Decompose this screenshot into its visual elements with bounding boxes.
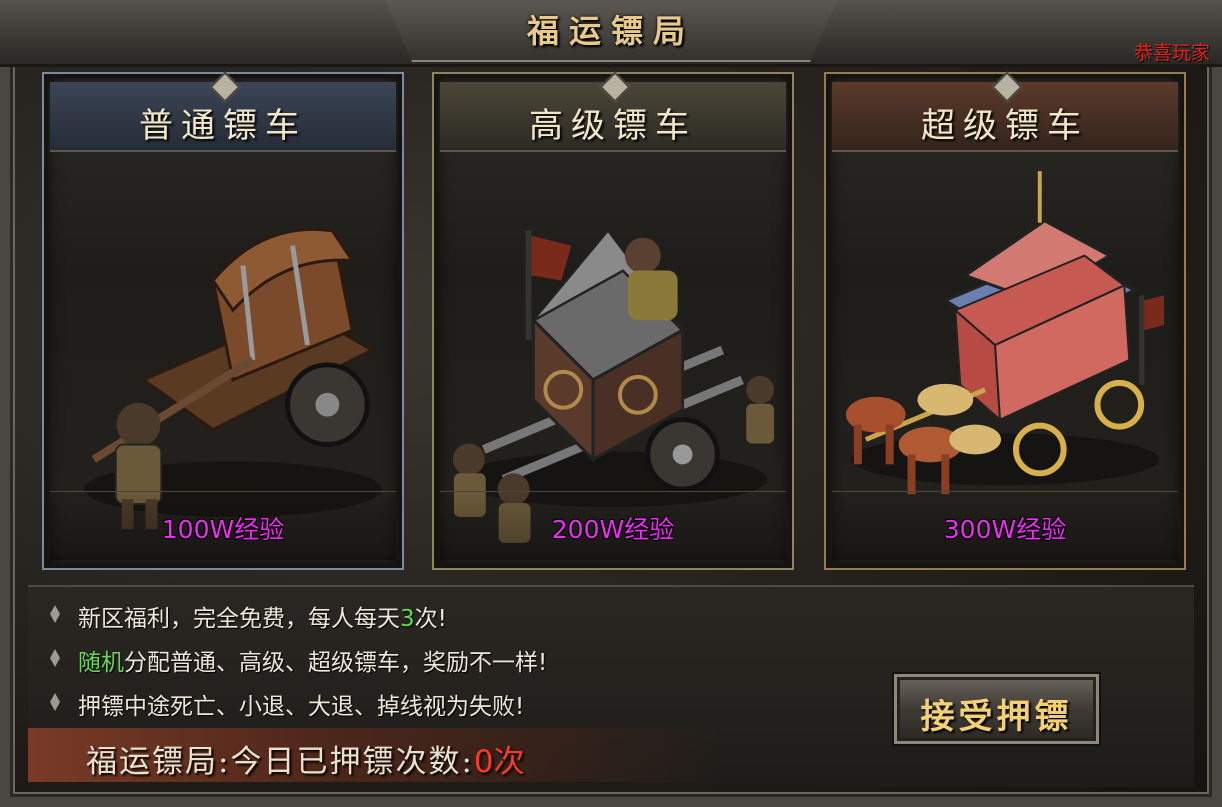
corner-announcement: 恭喜玩家 xyxy=(1133,42,1210,64)
cart-card-advanced[interactable]: 高级镖车 200W经验 xyxy=(432,71,794,570)
cart-card-normal[interactable]: 普通镖车 100W经验 xyxy=(42,71,404,570)
card-footer: 300W经验 xyxy=(832,491,1178,560)
accept-escort-button[interactable]: 接受押镖 xyxy=(894,674,1099,744)
card-footer: 200W经验 xyxy=(440,491,786,560)
status-label: 福运镖局:今日已押镖次数: xyxy=(86,744,474,780)
daily-count: 3 xyxy=(400,606,415,632)
status-bar: 福运镖局:今日已押镖次数:0次 xyxy=(28,728,718,782)
info-line-1-text: 新区福利，完全免费，每人每天 xyxy=(78,606,400,632)
card-footer: 100W经验 xyxy=(50,491,396,560)
info-line-1-suffix: 次! xyxy=(414,606,447,632)
card-title: 超级镖车 xyxy=(921,106,1089,146)
random-keyword: 随机 xyxy=(78,650,124,676)
card-header: 高级镖车 xyxy=(440,71,786,152)
card-reward: 100W经验 xyxy=(161,515,285,544)
card-reward: 300W经验 xyxy=(943,515,1067,544)
bullet-icon xyxy=(50,649,60,667)
status-value: 0次 xyxy=(473,744,525,780)
info-line-1: 新区福利，完全免费，每人每天3次! xyxy=(78,599,447,633)
card-title: 高级镖车 xyxy=(529,106,697,146)
card-header: 普通镖车 xyxy=(50,71,396,152)
info-line-2-text: 分配普通、高级、超级镖车，奖励不一样! xyxy=(124,650,548,676)
info-line-2: 随机分配普通、高级、超级镖车，奖励不一样! xyxy=(78,643,547,677)
card-reward: 200W经验 xyxy=(551,515,675,544)
card-header: 超级镖车 xyxy=(832,71,1178,152)
cart-card-super[interactable]: 超级镖车 300W经验 xyxy=(824,71,1186,570)
card-title: 普通镖车 xyxy=(139,106,307,146)
bullet-icon xyxy=(50,605,60,623)
bullet-icon xyxy=(50,693,60,711)
accept-escort-label: 接受押镖 xyxy=(920,697,1073,737)
status-text: 福运镖局:今日已押镖次数:0次 xyxy=(86,736,525,781)
info-line-3: 押镖中途死亡、小退、大退、掉线视为失败! xyxy=(78,694,525,720)
window-title: 福运镖局 xyxy=(526,12,695,50)
